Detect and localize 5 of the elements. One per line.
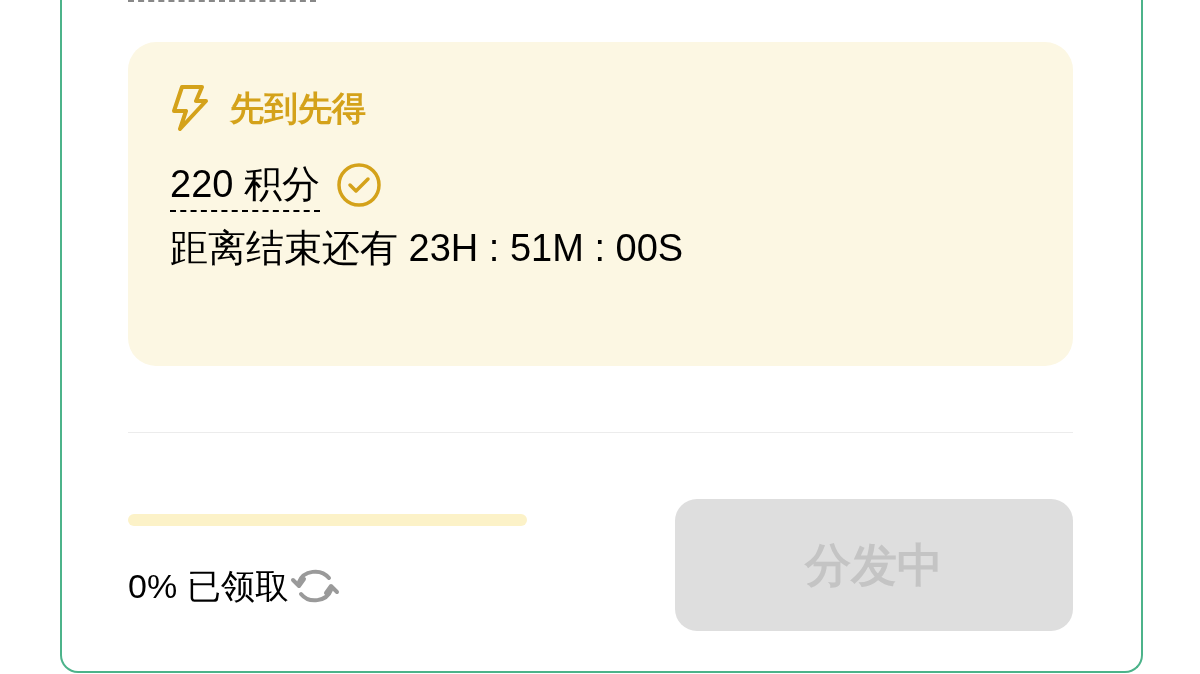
- countdown-text: 距离结束还有 23H : 51M : 00S: [170, 226, 685, 271]
- offer-title: 先到先得: [230, 91, 366, 125]
- lightning-icon: [170, 85, 208, 131]
- points-amount: 220 积分: [170, 158, 320, 212]
- claimed-percentage: 0% 已领取: [128, 566, 289, 607]
